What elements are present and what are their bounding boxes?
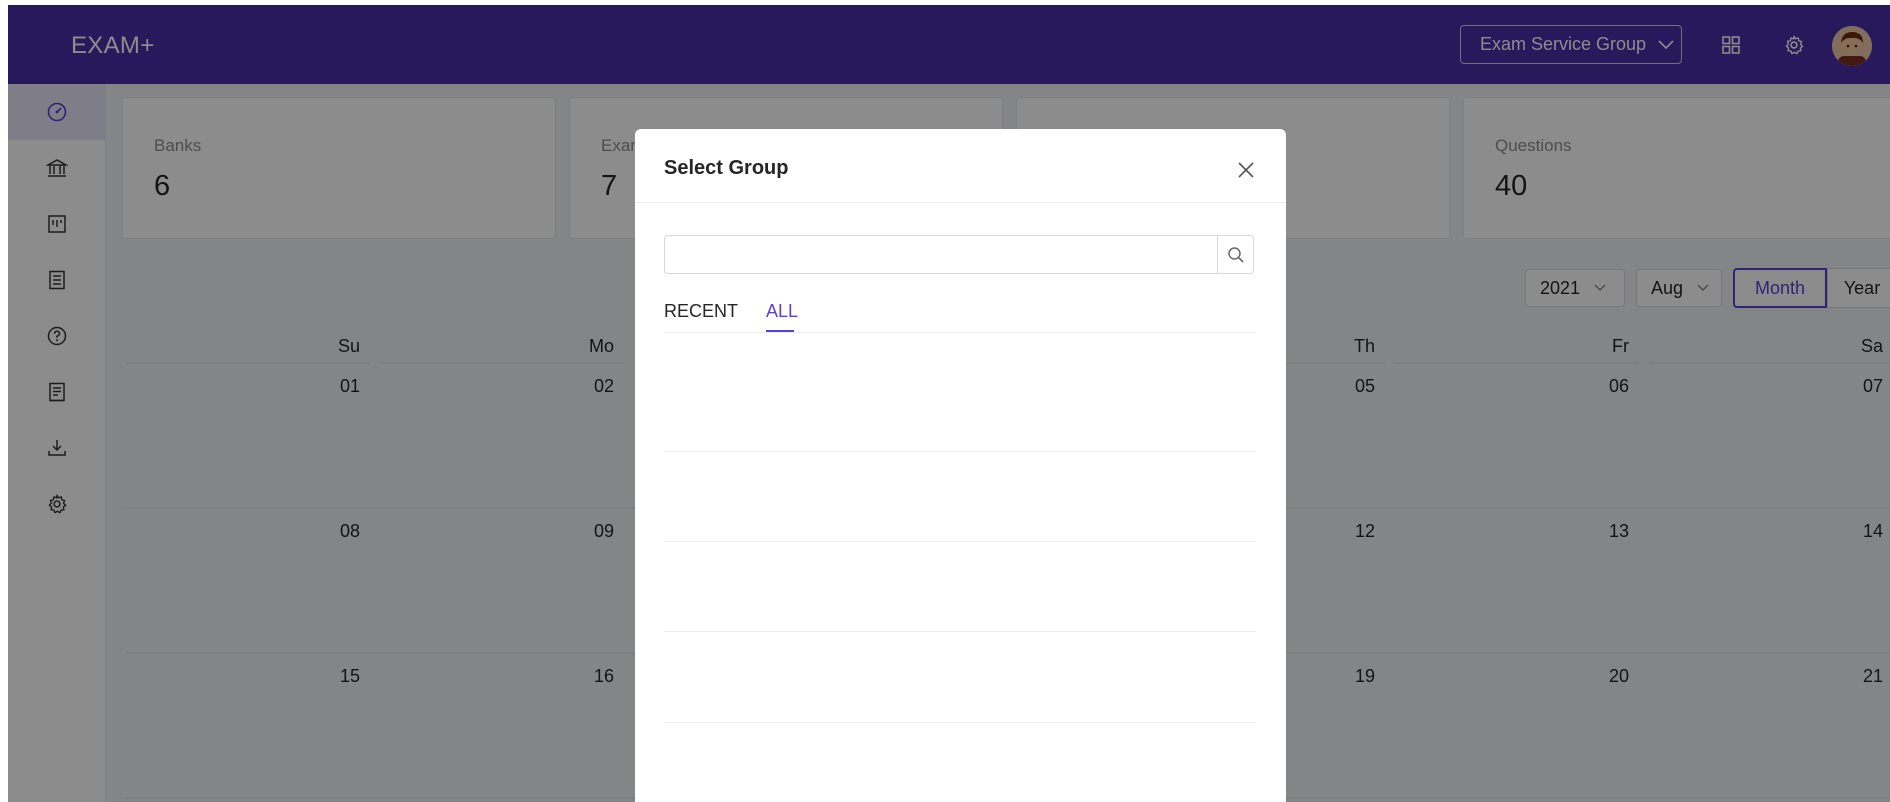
search-icon xyxy=(1228,246,1244,263)
select-group-modal: Select Group RECENT ALL xyxy=(635,129,1286,802)
list-divider xyxy=(664,631,1256,632)
list-divider xyxy=(664,541,1256,542)
tab-all[interactable]: ALL xyxy=(766,301,798,322)
tab-recent[interactable]: RECENT xyxy=(664,301,738,322)
tabs-divider xyxy=(664,332,1256,333)
modal-header-divider xyxy=(635,202,1286,203)
list-divider xyxy=(664,451,1256,452)
close-icon[interactable] xyxy=(1235,159,1257,181)
list-divider xyxy=(664,722,1256,723)
modal-title: Select Group xyxy=(664,157,789,179)
group-search xyxy=(664,235,1254,274)
search-button[interactable] xyxy=(1217,236,1254,273)
app-frame: EXAM+ Exam Service Group Banks 6 Exam 7 … xyxy=(8,5,1890,802)
group-search-input[interactable] xyxy=(665,236,1217,273)
